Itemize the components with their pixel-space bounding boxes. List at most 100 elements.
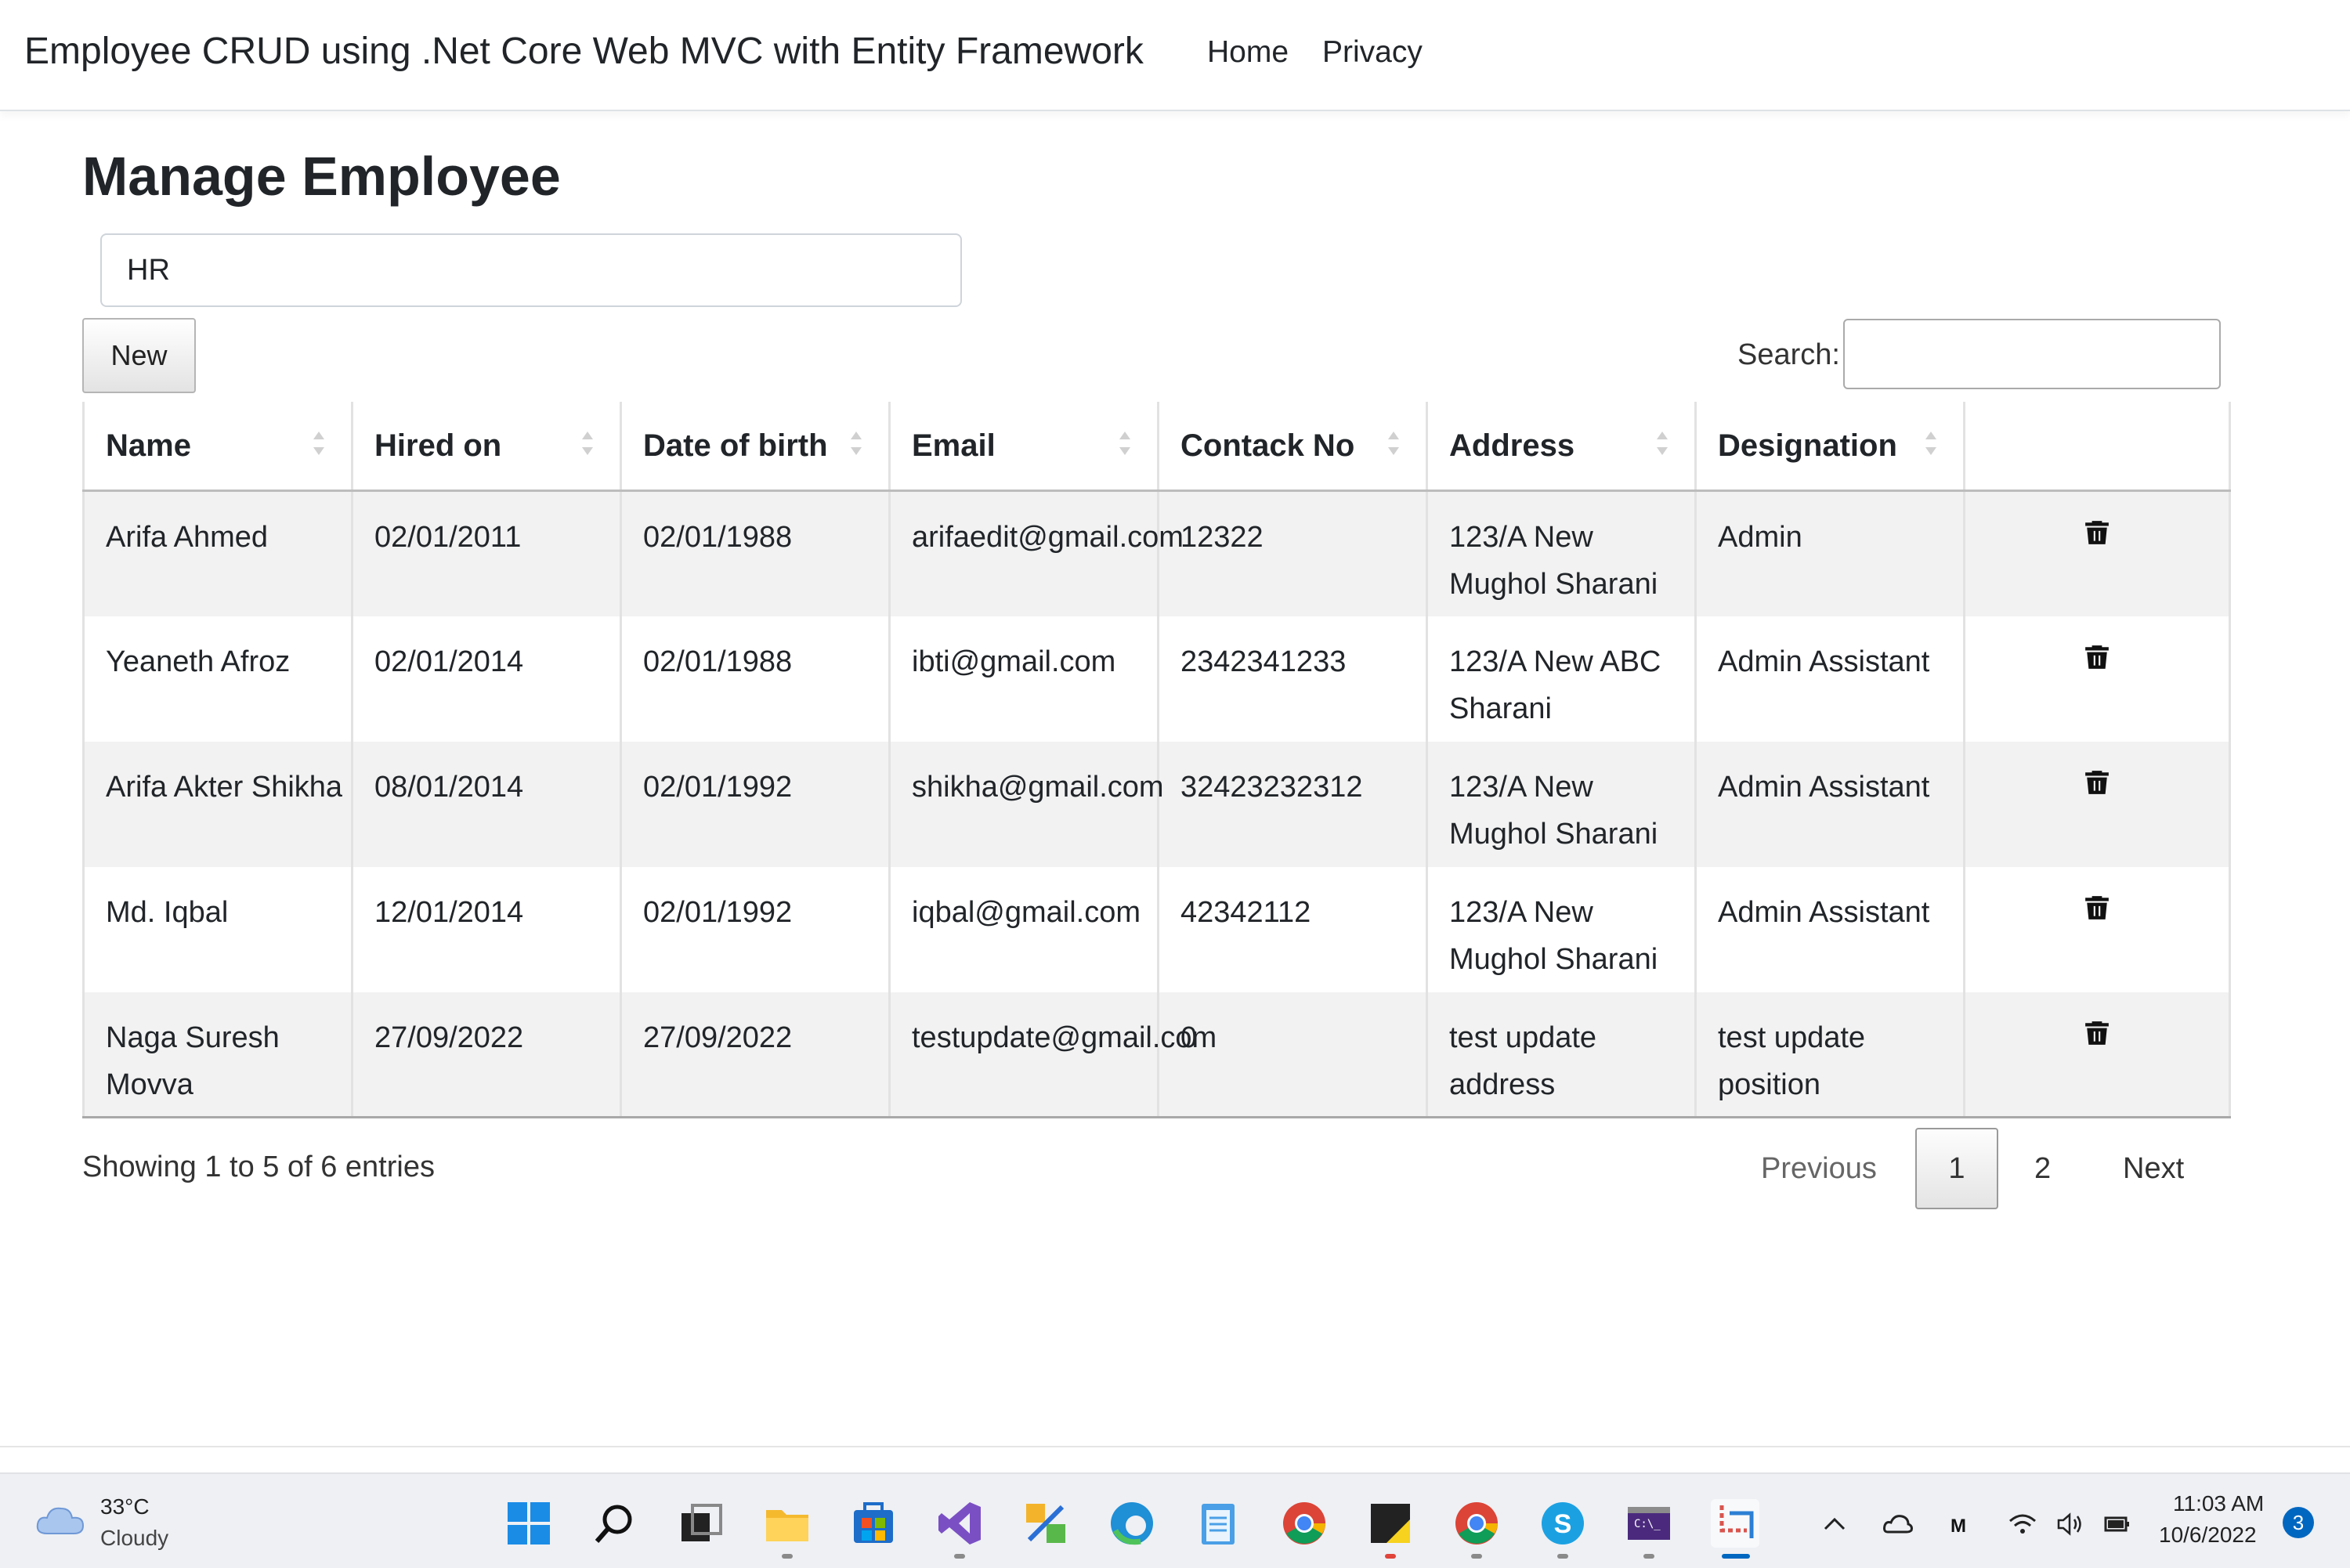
cell-email: shikha@gmail.com <box>888 741 1164 867</box>
pagination-page-2[interactable]: 2 <box>2034 1128 2051 1209</box>
clock-time[interactable]: 11:03 AM <box>2173 1491 2264 1516</box>
cell-address: test update address <box>1426 992 1697 1118</box>
column-header-actions <box>1963 402 2231 492</box>
column-header-hired-on[interactable]: Hired on <box>351 402 622 492</box>
running-indicator <box>1557 1554 1568 1559</box>
search-input[interactable] <box>1843 319 2221 389</box>
nav-link-home[interactable]: Home <box>1207 35 1289 70</box>
cell-name: Yeaneth Afroz <box>82 616 353 742</box>
volume-icon[interactable] <box>2054 1508 2085 1540</box>
chevron-up-icon[interactable] <box>1819 1508 1850 1540</box>
cell-designation: Admin <box>1694 490 1965 616</box>
column-header-label: Email <box>912 428 996 463</box>
pagination-previous[interactable]: Previous <box>1761 1128 1877 1209</box>
sort-icon <box>313 432 324 460</box>
running-indicator <box>954 1554 965 1559</box>
edge-icon[interactable] <box>1108 1499 1156 1548</box>
paint-tools-icon[interactable] <box>1021 1499 1070 1548</box>
clock-date[interactable]: 10/6/2022 <box>2159 1523 2257 1548</box>
page-title: Manage Employee <box>82 146 561 207</box>
pagination-next[interactable]: Next <box>2123 1128 2184 1209</box>
cell-contact-no: 42342112 <box>1157 866 1428 992</box>
table-header-row: Name Hired on Date of birth Email Contac… <box>82 402 2231 492</box>
chrome-profile-icon[interactable] <box>1452 1499 1501 1548</box>
visual-studio-icon[interactable] <box>935 1499 984 1548</box>
top-navbar: Employee CRUD using .Net Core Web MVC wi… <box>0 0 2350 111</box>
column-header-date-of-birth[interactable]: Date of birth <box>620 402 891 492</box>
snipping-tool-icon[interactable] <box>1711 1499 1759 1548</box>
search-icon[interactable] <box>591 1499 639 1548</box>
cell-designation: Admin Assistant <box>1694 866 1965 992</box>
input-method-icon[interactable]: M <box>1943 1508 1974 1540</box>
nav-link-privacy[interactable]: Privacy <box>1322 35 1423 70</box>
cell-email: iqbal@gmail.com <box>888 866 1159 992</box>
table-row: Naga Suresh Movva 27/09/2022 27/09/2022 … <box>82 992 2231 1118</box>
employee-table: Name Hired on Date of birth Email Contac… <box>82 402 2231 1118</box>
column-header-label: Address <box>1449 428 1575 463</box>
cell-actions <box>1963 490 2231 616</box>
notification-badge[interactable]: 3 <box>2283 1507 2314 1538</box>
chrome-icon[interactable] <box>1280 1499 1329 1548</box>
cell-date-of-birth: 02/01/1992 <box>620 741 891 867</box>
column-header-designation[interactable]: Designation <box>1694 402 1965 492</box>
cell-hired-on: 02/01/2011 <box>351 490 622 616</box>
cell-hired-on: 08/01/2014 <box>351 741 622 867</box>
wifi-icon[interactable] <box>2007 1508 2038 1540</box>
cell-date-of-birth: 02/01/1988 <box>620 616 891 742</box>
cell-hired-on: 02/01/2014 <box>351 616 622 742</box>
sort-icon <box>851 432 862 460</box>
employee-table-wrapper: Name Hired on Date of birth Email Contac… <box>82 402 2231 1118</box>
windows-start-icon[interactable] <box>504 1499 553 1548</box>
cell-address: 123/A New ABC Sharani <box>1426 616 1697 742</box>
running-indicator <box>1385 1554 1396 1559</box>
running-indicator <box>782 1554 793 1559</box>
trash-icon[interactable] <box>2084 643 2110 671</box>
cell-contact-no: 0 <box>1157 992 1428 1118</box>
column-header-name[interactable]: Name <box>82 402 353 492</box>
microsoft-store-icon[interactable] <box>849 1499 898 1548</box>
file-explorer-icon[interactable] <box>763 1499 812 1548</box>
task-view-icon[interactable] <box>677 1499 725 1548</box>
trash-icon[interactable] <box>2084 518 2110 547</box>
notepad-icon[interactable] <box>1194 1499 1242 1548</box>
svg-text:C:\_: C:\_ <box>1634 1518 1661 1530</box>
column-header-label: Date of birth <box>643 428 828 463</box>
cell-address: 123/A New Mughol Sharani <box>1426 741 1697 867</box>
cell-date-of-birth: 27/09/2022 <box>620 992 891 1118</box>
navbar-brand[interactable]: Employee CRUD using .Net Core Web MVC wi… <box>24 30 1144 73</box>
running-indicator <box>1643 1554 1654 1559</box>
cell-date-of-birth: 02/01/1988 <box>620 490 891 616</box>
sort-icon <box>1657 432 1668 460</box>
terminal-icon[interactable]: C:\_ <box>1625 1499 1673 1548</box>
cell-hired-on: 27/09/2022 <box>351 992 622 1118</box>
cell-name: Md. Iqbal <box>82 866 353 992</box>
sort-icon <box>1925 432 1936 460</box>
trash-icon[interactable] <box>2084 1019 2110 1047</box>
sort-icon <box>1119 432 1130 460</box>
sticky-notes-icon[interactable] <box>1366 1499 1415 1548</box>
cell-contact-no: 12322 <box>1157 490 1428 616</box>
cell-name: Arifa Akter Shikha <box>82 741 353 867</box>
onedrive-icon[interactable] <box>1882 1508 1913 1540</box>
column-header-email[interactable]: Email <box>888 402 1159 492</box>
battery-icon[interactable] <box>2101 1508 2132 1540</box>
cell-name: Arifa Ahmed <box>82 490 353 616</box>
trash-icon[interactable] <box>2084 894 2110 922</box>
column-header-label: Contack No <box>1180 428 1355 463</box>
cell-date-of-birth: 02/01/1992 <box>620 866 891 992</box>
department-field[interactable]: HR <box>100 233 962 307</box>
cell-actions <box>1963 616 2231 742</box>
pagination-page-1[interactable]: 1 <box>1915 1128 1998 1209</box>
trash-icon[interactable] <box>2084 768 2110 797</box>
column-header-address[interactable]: Address <box>1426 402 1697 492</box>
cell-name: Naga Suresh Movva <box>82 992 353 1118</box>
cloud-weather-icon[interactable] <box>34 1499 86 1538</box>
cell-email: testupdate@gmail.com <box>888 992 1217 1118</box>
skype-icon[interactable]: S <box>1538 1499 1587 1548</box>
cell-actions <box>1963 741 2231 867</box>
table-row: Arifa Akter Shikha 08/01/2014 02/01/1992… <box>82 741 2231 867</box>
weather-description: Cloudy <box>100 1526 169 1550</box>
new-employee-button[interactable]: New <box>82 318 196 393</box>
column-header-contact-no[interactable]: Contack No <box>1157 402 1428 492</box>
cell-actions <box>1963 992 2231 1118</box>
